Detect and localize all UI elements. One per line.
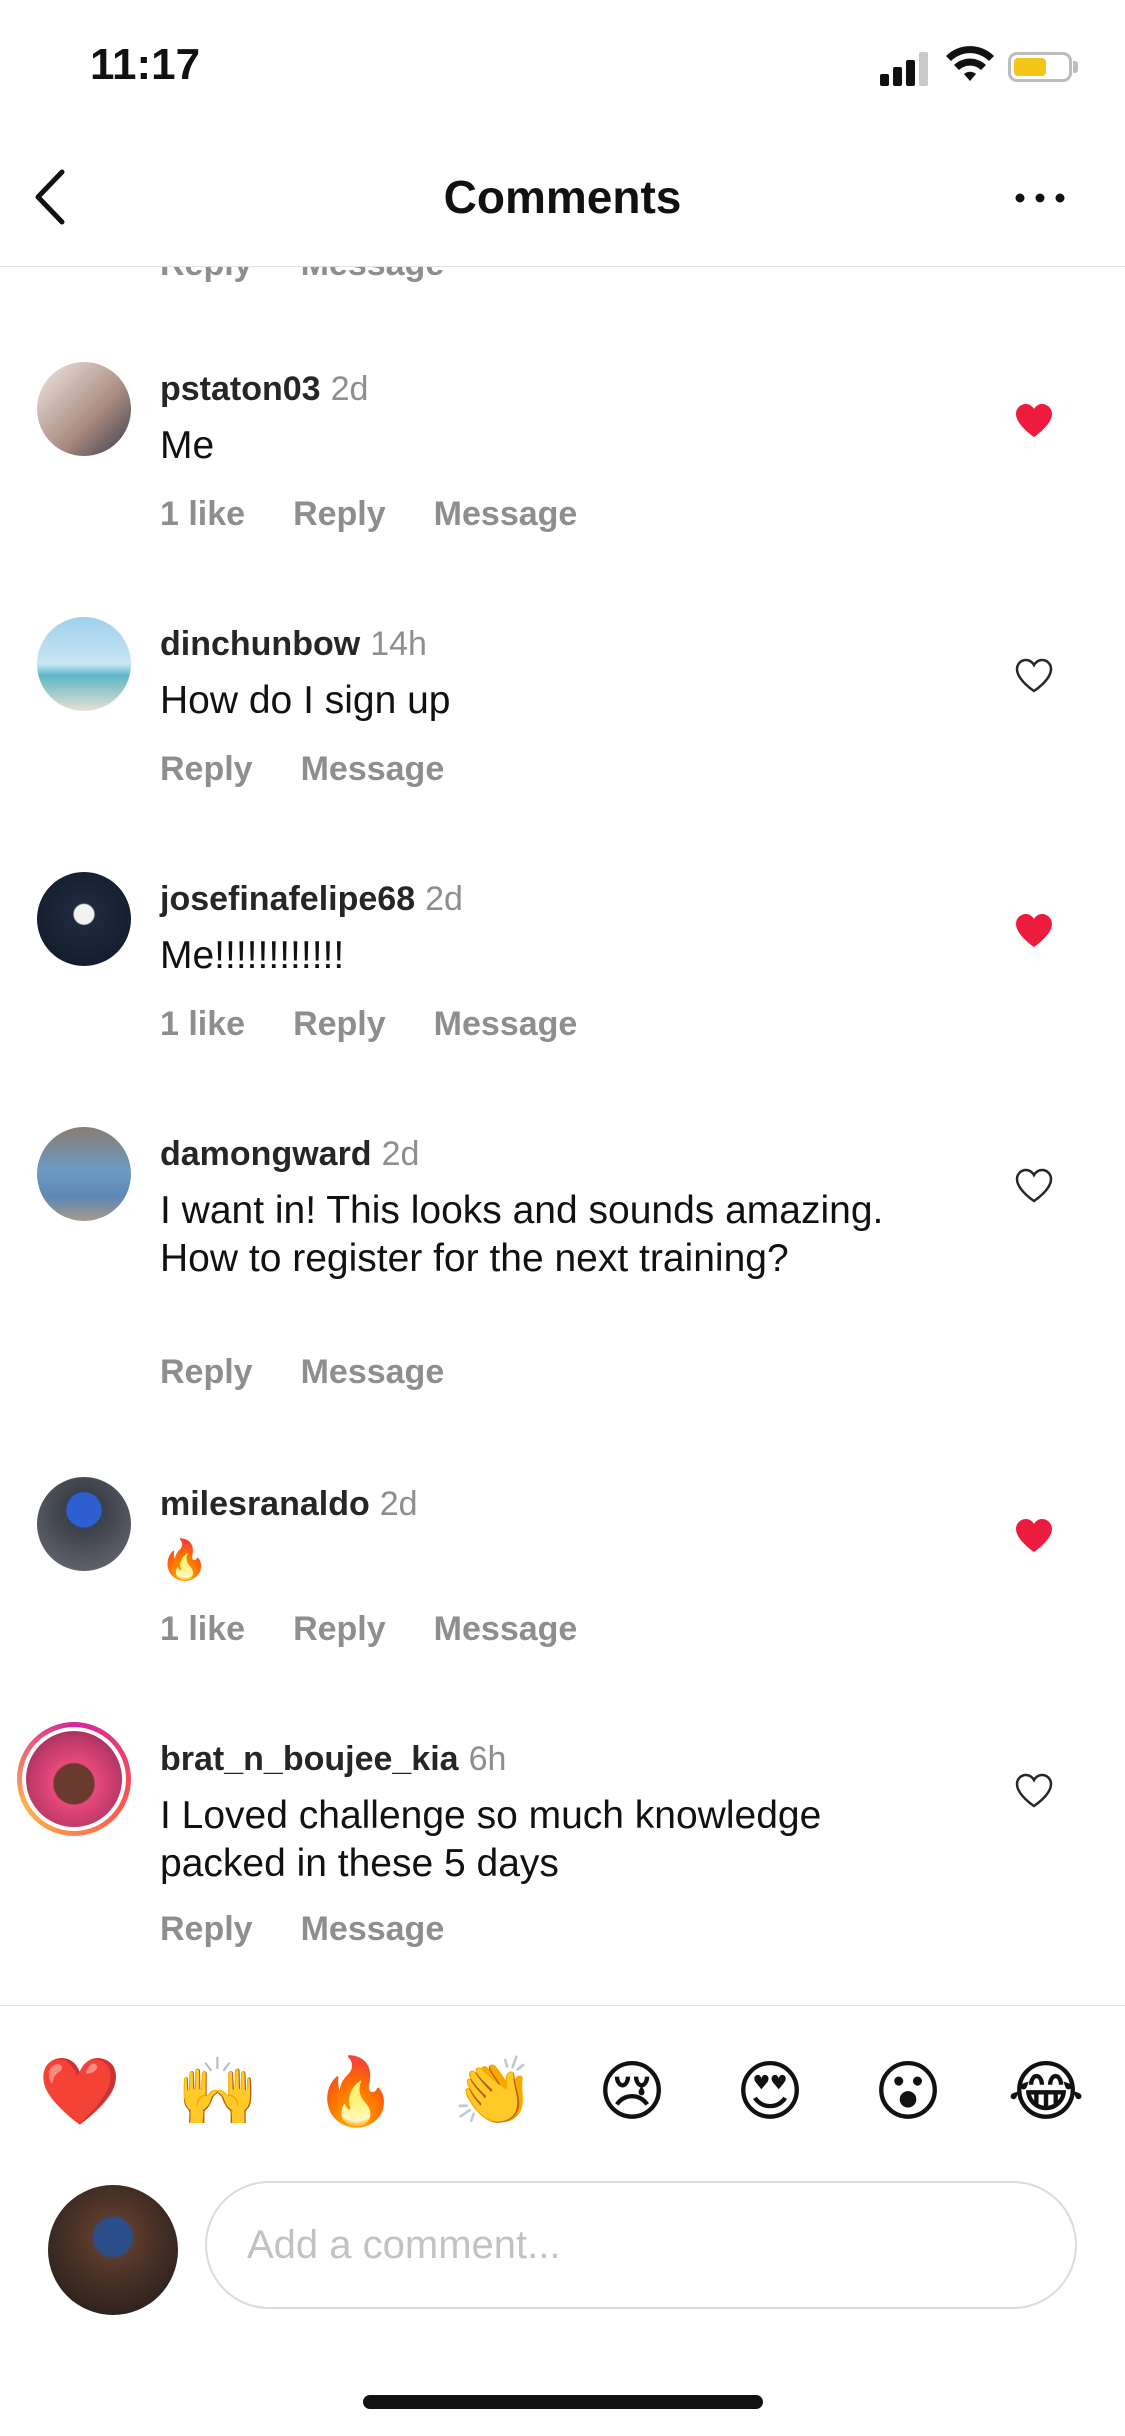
comment-actions: 1 like Reply Message [160, 495, 625, 534]
comment-time: 2d [330, 370, 369, 408]
message-button[interactable]: Message [301, 750, 445, 788]
comment-actions: Reply Message [160, 1910, 492, 1949]
emoji-clap-button[interactable]: 👏 [449, 2051, 539, 2131]
emoji-reaction-bar: ❤️ 🙌 🔥 👏 😢 😍 😮 😂 [0, 2005, 1125, 2166]
username[interactable]: milesranaldo [160, 1485, 370, 1523]
reply-button[interactable]: Reply [160, 267, 253, 283]
emoji-raised-hands-button[interactable]: 🙌 [173, 2051, 263, 2131]
message-button[interactable]: Message [434, 1005, 578, 1043]
likes-count[interactable]: 1 like [160, 495, 245, 533]
message-button[interactable]: Message [301, 1910, 445, 1948]
comment-header: damongward 2d [160, 1135, 419, 1174]
current-user-avatar [48, 2185, 178, 2315]
username[interactable]: josefinafelipe68 [160, 880, 415, 918]
emoji-heart-eyes-button[interactable]: 😍 [725, 2051, 815, 2131]
comment-time: 2d [425, 880, 463, 918]
avatar[interactable] [37, 617, 131, 711]
emoji-surprised-button[interactable]: 😮 [863, 2051, 953, 2131]
username[interactable]: damongward [160, 1135, 372, 1173]
reply-button[interactable]: Reply [293, 1005, 386, 1043]
heart-filled-icon[interactable] [1014, 913, 1054, 949]
reply-button[interactable]: Reply [293, 1610, 386, 1648]
comment-header: milesranaldo 2d [160, 1485, 418, 1524]
comment-text: I want in! This looks and sounds amazing… [160, 1189, 884, 1280]
comment-time: 6h [468, 1740, 507, 1778]
comment-input[interactable] [205, 2181, 1077, 2309]
avatar[interactable] [37, 872, 131, 966]
avatar-image [26, 1731, 122, 1827]
likes-count[interactable]: 1 like [160, 1610, 245, 1648]
comment-time: 2d [379, 1485, 418, 1523]
reply-button[interactable]: Reply [160, 750, 253, 788]
username[interactable]: brat_n_boujee_kia [160, 1740, 459, 1778]
comment-text: 🔥 [160, 1539, 209, 1582]
avatar-with-story-ring[interactable] [17, 1722, 131, 1836]
reply-button[interactable]: Reply [160, 1353, 253, 1391]
page-title: Comments [443, 171, 682, 223]
emoji-laughing-button[interactable]: 😂 [1001, 2051, 1091, 2131]
comments-list[interactable]: ReplyMessage pstaton032d Me 1 likeReplyM… [0, 267, 1125, 2005]
comment-actions: Reply Message [160, 1353, 492, 1392]
comment-composer [0, 2165, 1125, 2325]
likes-count[interactable]: 1 like [160, 1005, 245, 1043]
battery-icon [1008, 52, 1072, 82]
heart-outline-icon[interactable] [1014, 1168, 1054, 1204]
emoji-fire-button[interactable]: 🔥 [311, 2051, 401, 2131]
battery-cap [1073, 61, 1078, 73]
heart-outline-icon[interactable] [1014, 1773, 1054, 1809]
username[interactable]: pstaton03 [160, 370, 321, 408]
status-bar: 11:17 [0, 0, 1125, 140]
comment-actions: Reply Message [160, 750, 492, 789]
home-indicator[interactable] [363, 2395, 763, 2409]
comment-text: How do I sign up [160, 679, 451, 722]
header: Comments [0, 140, 1125, 267]
comment-header: pstaton03 2d [160, 370, 368, 409]
reply-button[interactable]: Reply [293, 495, 386, 533]
message-button[interactable]: Message [434, 495, 578, 533]
message-button[interactable]: Message [301, 1353, 445, 1391]
comment-time: 14h [370, 625, 427, 663]
status-time: 11:17 [90, 40, 201, 89]
comment-time: 2d [381, 1135, 420, 1173]
partial-comment-actions: Reply Message [160, 267, 492, 284]
comment-text: Me [160, 424, 215, 467]
avatar[interactable] [37, 1127, 131, 1221]
heart-filled-icon[interactable] [1014, 1518, 1054, 1554]
avatar[interactable] [37, 1477, 131, 1571]
comment-header: brat_n_boujee_kia 6h [160, 1740, 506, 1779]
heart-outline-icon[interactable] [1014, 658, 1054, 694]
signal-icon [880, 52, 932, 86]
more-horizontal-icon[interactable] [1010, 178, 1070, 218]
comment-actions: 1 like Reply Message [160, 1005, 625, 1044]
emoji-heart-button[interactable]: ❤️ [35, 2051, 125, 2131]
message-button[interactable]: Message [434, 1610, 578, 1648]
heart-filled-icon[interactable] [1014, 403, 1054, 439]
reply-button[interactable]: Reply [160, 1910, 253, 1948]
avatar[interactable] [37, 362, 131, 456]
wifi-icon [946, 46, 994, 81]
comment-actions: 1 like Reply Message [160, 1610, 625, 1649]
username[interactable]: dinchunbow [160, 625, 360, 663]
emoji-crying-button[interactable]: 😢 [587, 2051, 677, 2131]
comment-text: I Loved challenge so much knowledge pack… [160, 1794, 822, 1885]
message-button[interactable]: Message [301, 267, 445, 283]
comment-text: Me!!!!!!!!!!!! [160, 934, 345, 977]
comment-header: dinchunbow 14h [160, 625, 427, 664]
comment-header: josefinafelipe68 2d [160, 880, 463, 919]
